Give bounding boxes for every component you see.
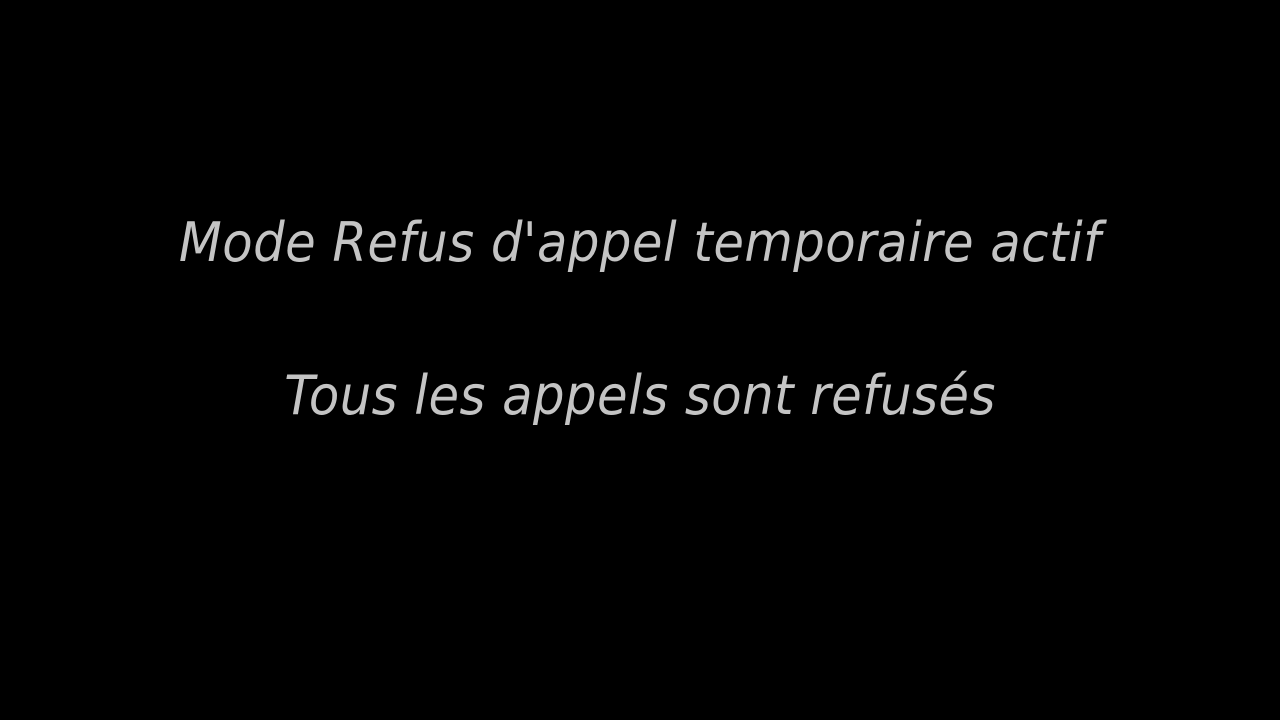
mode-status-detail: Tous les appels sont refusés xyxy=(284,364,996,427)
mode-status-title: Mode Refus d'appel temporaire actif xyxy=(178,211,1102,274)
call-reject-mode-screen: Mode Refus d'appel temporaire actif Tous… xyxy=(0,0,1280,720)
